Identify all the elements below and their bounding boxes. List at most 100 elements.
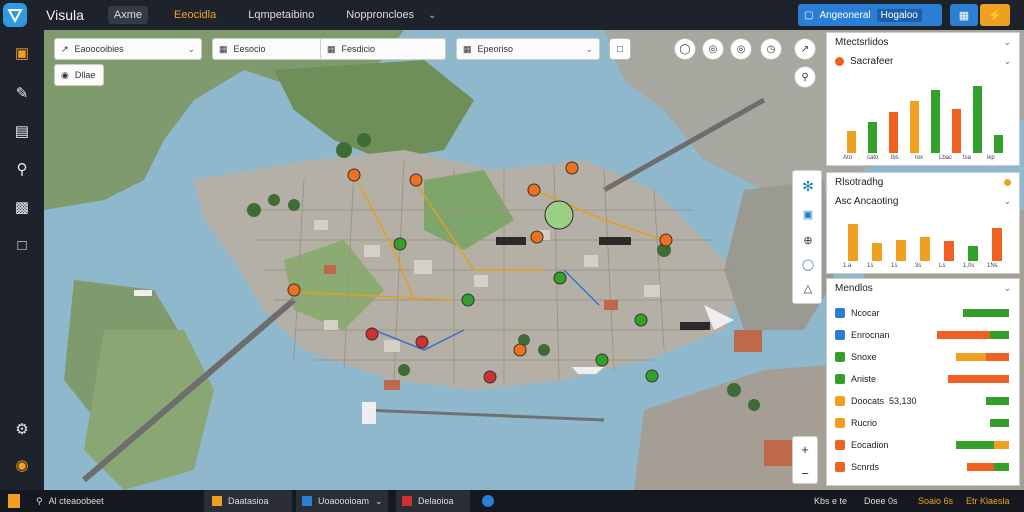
zoom-out-button[interactable]: − — [793, 461, 817, 485]
nav-item-home[interactable]: Axme — [107, 6, 149, 24]
chevron-down-icon[interactable]: ⌄ — [1003, 283, 1011, 294]
nav-item-3[interactable]: Lqmpetaibino — [242, 6, 320, 24]
taskbar-app-1[interactable]: Daatasioa — [204, 490, 292, 512]
app-logo[interactable] — [0, 0, 30, 30]
taskbar-app-3[interactable]: Delaoioa — [396, 490, 470, 512]
help-icon[interactable]: ◉ — [11, 454, 33, 476]
nav-item-4[interactable]: Nopproncloes — [340, 6, 420, 24]
search-pill-3[interactable]: ▦ Fesdicio — [320, 38, 446, 60]
chat-button[interactable]: □ — [609, 38, 631, 60]
map-tool-2[interactable]: ◎ — [702, 38, 724, 60]
settings-icon[interactable]: ⚙ — [11, 418, 33, 440]
module-row[interactable]: Doocats 53,130 — [827, 391, 1021, 411]
tick-label: 1s — [891, 263, 898, 269]
map-tool-3[interactable]: ◎ — [730, 38, 752, 60]
status-dot-icon — [1004, 179, 1011, 186]
filter-pill[interactable]: ◉ Dllae — [54, 64, 104, 86]
start-icon — [8, 494, 20, 508]
module-bar — [967, 463, 994, 471]
top-bar: Visula Axme Eeocidla Lqmpetaibino Noppro… — [0, 0, 1024, 30]
grid-icon: ▦ — [327, 43, 336, 54]
text-icon[interactable]: ▤ — [11, 120, 33, 142]
ranking-bar-chart — [841, 217, 1009, 261]
tray-2[interactable]: Doee 0s — [864, 490, 898, 512]
chevron-down-icon[interactable]: ⌄ — [1003, 37, 1011, 48]
layers-button[interactable]: ▦ — [950, 4, 978, 26]
module-row[interactable]: Eocadion — [827, 435, 1021, 455]
location-icon: ⚲ — [801, 71, 809, 83]
module-label: Eocadion — [851, 440, 889, 450]
start-button[interactable] — [8, 490, 20, 512]
tray-1[interactable]: Kbs e te — [814, 490, 847, 512]
module-label: Enrocnan — [851, 330, 890, 340]
panel-metrics-header: Mtectsrlidos ⌄ — [827, 33, 1019, 52]
module-bar — [955, 353, 987, 361]
metrics-bar — [909, 101, 920, 153]
search-pill-1[interactable]: ↗ Eaoocoibies ⌄ — [54, 38, 202, 60]
search-pill-2-label: Eesocio — [233, 44, 266, 54]
layers-icon: ◎ — [708, 43, 718, 55]
module-bar — [990, 331, 1009, 339]
module-row[interactable]: Ncocar — [827, 303, 1021, 323]
module-row[interactable]: Snoxe — [827, 347, 1021, 367]
metrics-bar — [930, 90, 941, 153]
chat-icon[interactable]: □ — [11, 234, 33, 256]
chevron-down-icon[interactable]: ⌄ — [1003, 196, 1011, 207]
nav-item-2[interactable]: Eeocidla — [168, 6, 222, 24]
module-label: Ncocar — [851, 308, 880, 318]
module-bar — [936, 331, 990, 339]
map-tool-4[interactable]: ◷ — [760, 38, 782, 60]
tray-3[interactable]: Soaio 6s — [918, 490, 953, 512]
pencil-icon[interactable]: ✎ — [11, 82, 33, 104]
panel-ranking: Rlsotradhg Asc Ancaoting ⌄ 1.a 1s 1s 3s Ls 1,… — [826, 172, 1020, 274]
calendar-icon: ▦ — [219, 43, 228, 54]
taskbar-search[interactable]: ⚲ Al cteaoobeet — [36, 490, 104, 512]
tick-label: cato — [867, 155, 879, 161]
map-tool-6[interactable]: ⚲ — [794, 66, 816, 88]
tick-label: Ls — [939, 263, 946, 269]
tick-label: ikp — [987, 155, 995, 161]
metrics-bar — [951, 108, 962, 153]
module-icon — [835, 352, 845, 362]
module-row[interactable]: Aniste — [827, 369, 1021, 389]
tray-4[interactable]: Etr Klaesla — [966, 490, 1010, 512]
map-tool-1[interactable]: ◯ — [674, 38, 696, 60]
grid-icon[interactable]: ▣ — [799, 205, 817, 223]
module-icon — [835, 374, 845, 384]
module-label: Rucrio — [851, 418, 878, 428]
taskbar-app-2-label: Uoaoooioam — [318, 496, 370, 506]
search-pill-4[interactable]: ▦ Epeoriso ⌄ — [456, 38, 600, 60]
taskbar-app-3-label: Delaoioa — [418, 496, 454, 506]
settings-icon[interactable]: ✻ — [799, 177, 817, 195]
chevron-down-icon[interactable]: ⌄ — [428, 10, 436, 21]
taskbar-app-2[interactable]: Uoaoooioam ⌄ — [296, 490, 388, 512]
search-icon: ⚲ — [36, 495, 43, 506]
module-icon — [835, 418, 845, 428]
taskbar-search-label: Al cteaoobeet — [48, 496, 104, 506]
module-bar — [963, 309, 1009, 317]
search-icon[interactable]: ⚲ — [11, 158, 33, 180]
document-icon[interactable]: ▩ — [11, 196, 33, 218]
chevron-down-icon[interactable]: ⌄ — [1003, 56, 1011, 67]
app-icon — [402, 496, 412, 506]
module-row[interactable]: Enrocnan — [827, 325, 1021, 345]
share-icon[interactable]: △ — [799, 279, 817, 297]
map-tool-5[interactable]: ↗ — [794, 38, 816, 60]
panel-modules-title: Mendlos — [835, 283, 873, 294]
chat-icon[interactable]: ◯ — [799, 255, 817, 273]
module-row[interactable]: Rucrio — [827, 413, 1021, 433]
module-row[interactable]: Scnrds — [827, 457, 1021, 477]
folder-icon[interactable]: ▣ — [11, 42, 33, 64]
drag-icon[interactable]: ⊕ — [799, 231, 817, 249]
notification-button[interactable]: ⚡ — [980, 4, 1010, 26]
taskbar-app-1-label: Daatasioa — [228, 496, 269, 506]
zoom-in-button[interactable]: + — [793, 437, 817, 461]
primary-action-button[interactable]: ▢ Angeoneral Hogaloo — [798, 4, 942, 26]
taskbar-app-4[interactable] — [482, 490, 494, 512]
metrics-bar — [993, 134, 1004, 153]
map-tools: ✻ ▣ ⊕ ◯ △ — [792, 170, 822, 304]
panel-modules: Mendlos ⌄ Ncocar Enrocnan Snoxe Aniste Dooca… — [826, 278, 1020, 486]
filter-pill-label: Dllae — [74, 70, 96, 80]
clock-icon: ◷ — [766, 43, 776, 55]
panel-ranking-header: Rlsotradhg — [827, 173, 1019, 192]
